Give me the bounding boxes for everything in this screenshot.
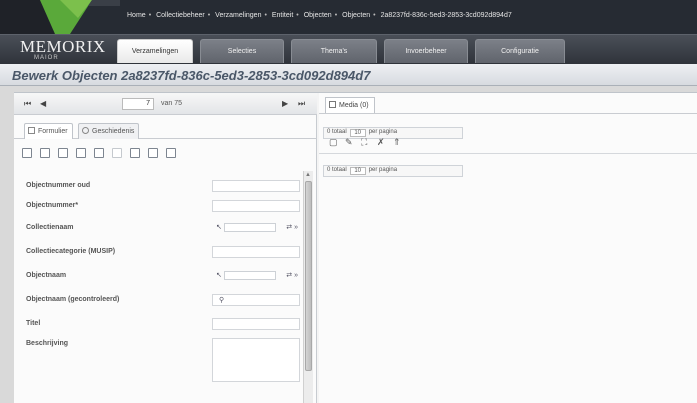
media-total-bottom: 0 totaal [327, 167, 347, 173]
link-arrow-icon[interactable]: ↖ [216, 223, 222, 231]
new-window-icon[interactable] [76, 148, 86, 158]
breadcrumb-collectiebeheer[interactable]: Collectiebeheer [156, 12, 205, 19]
per-page-input-bottom[interactable]: 10 [349, 167, 366, 175]
breadcrumb-separator: • [296, 12, 299, 19]
breadcrumb: Home • Collectiebeheer • Verzamelingen • En… [127, 12, 515, 19]
collectiecategorie-input[interactable] [212, 246, 300, 258]
form-icon [28, 127, 35, 134]
prev-record-button[interactable]: ◀ [40, 99, 46, 108]
lookup-icon[interactable]: ⇄ » [286, 271, 298, 279]
memorix-logo[interactable]: MEMORIX MAIOR [20, 38, 112, 63]
tab-media-label: Media (0) [339, 102, 369, 109]
tab-invoerbeheer[interactable]: Invoerbeheer [384, 39, 468, 63]
media-pager-bottom-row: 0 totaal 10 per pagina [327, 167, 397, 175]
last-record-button[interactable]: ⏭ [298, 99, 305, 109]
objectnummer-input[interactable] [212, 200, 300, 212]
tab-selecties[interactable]: Selecties [200, 39, 284, 63]
collectienaam-input[interactable] [224, 223, 276, 232]
beschrijving-textarea[interactable] [212, 338, 300, 382]
breadcrumb-entiteit[interactable]: Entiteit [272, 12, 293, 19]
field-label-objectnummer-oud: Objectnummer oud [26, 182, 91, 189]
field-label-objectnaam: Objectnaam [26, 272, 67, 279]
breadcrumb-objecten-2[interactable]: Objecten [342, 12, 370, 19]
mail-icon[interactable] [166, 148, 176, 158]
disabled-icon [112, 148, 122, 158]
field-label-titel: Titel [26, 320, 41, 327]
title-bar: Bewerk Objecten 2a8237fd-836c-5ed3-2853-… [0, 64, 697, 86]
main-nav: MEMORIX MAIOR Verzamelingen Selecties Th… [0, 34, 697, 64]
record-count: van 75 [161, 100, 183, 107]
tab-geschiedenis-label: Geschiedenis [92, 128, 135, 135]
copy-icon[interactable] [58, 148, 68, 158]
form-scrollbar[interactable]: ▲ [303, 171, 313, 403]
divider [319, 113, 697, 114]
scroll-up-icon[interactable]: ▲ [305, 172, 311, 178]
tab-formulier-label: Formulier [38, 128, 68, 135]
breadcrumb-separator: • [334, 12, 338, 19]
field-label-beschrijving: Beschrijving [26, 340, 69, 347]
breadcrumb-objecten[interactable]: Objecten [304, 12, 332, 19]
titel-input[interactable] [212, 318, 300, 330]
objectnaam-input[interactable] [224, 271, 276, 280]
form-panel: ⏮ ◀ 7 van 75 ▶ ⏭ Formulier Geschiedenis … [14, 93, 317, 403]
save-icon[interactable] [22, 148, 32, 158]
media-pager-top-row: 0 totaal 10 per pagina [327, 129, 397, 137]
field-label-collectienaam: Collectienaam [26, 224, 74, 231]
top-header: Home • Collectiebeheer • Verzamelingen • En… [0, 0, 697, 34]
tab-verzamelingen[interactable]: Verzamelingen [117, 39, 193, 63]
link-media-icon[interactable]: ⛶ [361, 137, 367, 148]
first-record-button[interactable]: ⏮ [24, 99, 31, 109]
print-icon[interactable] [148, 148, 158, 158]
unlink-media-icon[interactable]: ✗ [377, 137, 385, 148]
objectnaam-field: ↖ ⇄ » [212, 270, 300, 282]
link-arrow-icon[interactable]: ↖ [216, 271, 222, 279]
breadcrumb-current: 2a8237fd-836c-5ed3-2853-3cd092d894d7 [380, 12, 512, 19]
lookup-icon[interactable]: ⇄ » [286, 223, 298, 231]
delete-icon[interactable] [94, 148, 104, 158]
next-record-button[interactable]: ▶ [282, 99, 288, 108]
scrollbar-thumb[interactable] [305, 181, 312, 371]
page-title: Bewerk Objecten 2a8237fd-836c-5ed3-2853-… [12, 68, 371, 83]
breadcrumb-verzamelingen[interactable]: Verzamelingen [215, 12, 261, 19]
breadcrumb-separator: • [373, 12, 376, 19]
history-icon [82, 127, 89, 134]
tab-configuratie[interactable]: Configuratie [475, 39, 565, 63]
form-subtabs: Formulier Geschiedenis [14, 121, 317, 139]
logo-text: MEMORIX [20, 37, 106, 56]
header-decoration [0, 0, 120, 34]
attach-icon[interactable]: ✎ [345, 137, 353, 148]
tab-media[interactable]: Media (0) [325, 97, 375, 113]
per-page-input-top[interactable]: 10 [349, 129, 366, 137]
objectnaam-gecontroleerd-input[interactable]: ⚲ [212, 294, 300, 306]
field-label-collectiecategorie: Collectiecategorie (MUSIP) [26, 248, 116, 255]
breadcrumb-separator: • [207, 12, 211, 19]
media-icon [329, 101, 336, 108]
breadcrumb-separator: • [264, 12, 267, 19]
sort-icon[interactable]: ⇑ [393, 137, 401, 148]
record-pager: ⏮ ◀ 7 van 75 ▶ ⏭ [14, 93, 317, 115]
per-page-label-top: per pagina [368, 129, 398, 135]
tab-themas[interactable]: Thema's [291, 39, 377, 63]
objectnummer-oud-input[interactable] [212, 180, 300, 192]
media-panel: Media (0) 0 totaal 10 per pagina ▢ ✎ ⛶ ✗ ⇑… [319, 93, 697, 403]
breadcrumb-home[interactable]: Home [127, 12, 146, 19]
breadcrumb-separator: • [148, 12, 152, 19]
document-icon[interactable] [130, 148, 140, 158]
tab-formulier[interactable]: Formulier [24, 123, 73, 139]
record-number-input[interactable]: 7 [122, 98, 154, 110]
field-label-objectnummer: Objectnummer* [26, 202, 79, 209]
divider [319, 153, 697, 154]
search-icon[interactable]: ⚲ [219, 296, 224, 304]
per-page-label-bottom: per pagina [368, 167, 398, 173]
media-total-top: 0 totaal [327, 129, 347, 135]
edit-icon[interactable] [40, 148, 50, 158]
form-fields: Objectnummer oud Objectnummer* Collectie… [14, 168, 317, 403]
collectienaam-field: ↖ ⇄ » [212, 222, 300, 234]
select-all-icon[interactable]: ▢ [329, 137, 338, 148]
tab-geschiedenis[interactable]: Geschiedenis [78, 123, 140, 139]
field-label-objectnaam-gecontroleerd: Objectnaam (gecontroleerd) [26, 296, 120, 303]
